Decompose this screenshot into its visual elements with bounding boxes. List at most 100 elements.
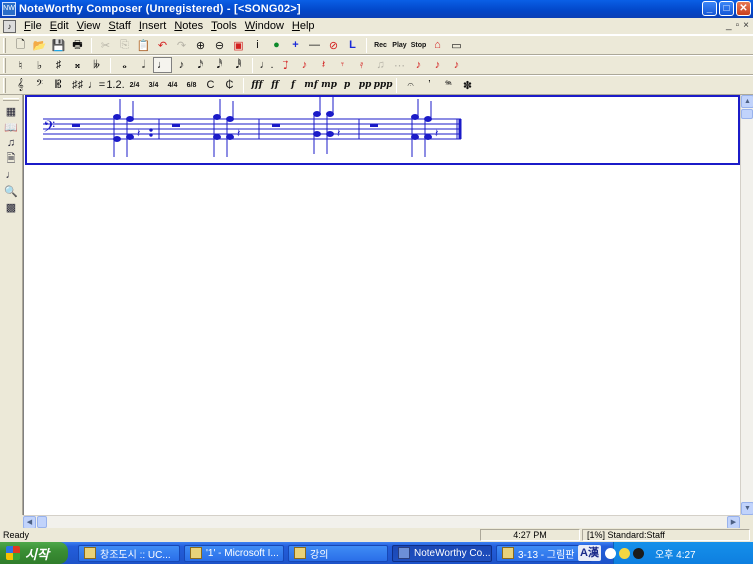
treble-clef-icon[interactable]: 𝄞 [11,77,30,93]
eighth-note-icon[interactable]: ♪ [172,57,191,73]
ime-indicator[interactable]: A漢 [578,545,601,561]
print-icon[interactable]: 🖶 [68,37,87,53]
zoom-out-icon[interactable]: ⊖ [210,37,229,53]
dynamic-pp-button[interactable]: pp [356,77,374,93]
menu-view[interactable]: View [73,20,105,32]
new-icon[interactable]: 🗋 [11,37,30,53]
fermata-icon[interactable]: 𝄐 [401,77,420,93]
vertical-scroll-thumb[interactable] [741,109,753,119]
pedal-icon[interactable]: 𝆮 [439,77,458,93]
staff-icon[interactable]: ▦ [2,103,20,119]
key-signature-icon[interactable]: ♯♯ [68,77,87,93]
meter-6-8-icon[interactable]: 6/8 [182,77,201,93]
stem-down-icon[interactable]: ♪ [447,57,466,73]
score-editor[interactable]: 𝄢 𝄽 𝄽 𝄽 𝄽 [23,95,740,515]
triplet-icon[interactable]: ⋯ [390,57,409,73]
taskbar-item-folder[interactable]: 강의 [288,544,388,562]
toolbar-grip[interactable] [3,77,6,93]
menu-help[interactable]: Help [288,20,319,32]
close-button[interactable]: ✕ [736,1,751,16]
undo-icon[interactable]: ↶ [153,37,172,53]
document-icon[interactable]: ♪ [3,19,16,33]
start-button[interactable]: 시작 [0,542,68,564]
pen-icon[interactable] [618,547,630,559]
paste-icon[interactable]: 📋 [134,37,153,53]
quarter-note-icon[interactable]: ♩ [153,57,172,73]
dotted-icon[interactable]: ♩. [257,57,276,73]
dynamic-f-button[interactable]: f [284,77,302,93]
accent-icon[interactable]: 𝄾 [333,57,352,73]
meter-2-4-icon[interactable]: 2/4 [125,77,144,93]
remove-staff-icon[interactable]: — [305,37,324,53]
sixteenth-note-icon[interactable]: 𝅘𝅥𝅯 [191,57,210,73]
no-icon[interactable]: ⊘ [324,37,343,53]
taskbar-item-browser[interactable]: 창조도시 :: UC... [78,544,180,562]
beam-icon[interactable]: ♫ [371,57,390,73]
record-icon[interactable]: Rec [371,37,390,53]
alto-clef-icon[interactable]: 𝄡 [49,77,68,93]
breath-mark-icon[interactable]: ʼ [420,77,439,93]
natural-icon[interactable]: ♮ [11,57,30,73]
toolbar-grip[interactable] [3,57,6,73]
cut-time-icon[interactable]: ₵ [220,77,239,93]
copy-icon[interactable]: ⎘ [115,37,134,53]
horizontal-scroll-thumb[interactable] [37,516,47,528]
cut-icon[interactable]: ✂ [96,37,115,53]
page-icon[interactable]: 🗎 [2,151,20,167]
sixty-fourth-note-icon[interactable]: 𝅘𝅥𝅱 [229,57,248,73]
dynamic-mf-button[interactable]: mf [302,77,320,93]
mdi-minimize-button[interactable]: _ [726,20,732,31]
grace-note-icon[interactable]: ♪ [409,57,428,73]
add-staff-icon[interactable]: + [286,37,305,53]
dynamic-p-button[interactable]: p [338,77,356,93]
menu-tools[interactable]: Tools [207,20,241,32]
sharp-icon[interactable]: ♯ [49,57,68,73]
menu-insert[interactable]: Insert [135,20,171,32]
common-time-icon[interactable]: C [201,77,220,93]
dynamic-ppp-button[interactable]: ppp [374,77,393,93]
whole-note-icon[interactable]: 𝅝 [115,57,134,73]
menu-file[interactable]: File [20,20,46,32]
stop-icon[interactable]: Stop [409,37,428,53]
network-icon[interactable] [604,547,616,559]
scroll-up-icon[interactable]: ▲ [741,95,753,108]
maximize-button[interactable]: □ [719,1,734,16]
stem-up-icon[interactable]: ♪ [428,57,447,73]
menu-staff[interactable]: Staff [104,20,134,32]
staccato-icon[interactable]: 𝄽 [314,57,333,73]
speaker-icon[interactable] [632,547,644,559]
menu-edit[interactable]: Edit [46,20,73,32]
pedal-release-icon[interactable]: ✽ [458,77,477,93]
mdi-restore-button[interactable]: ▫ [736,20,740,31]
staff-frame[interactable]: 𝄢 𝄽 𝄽 𝄽 𝄽 [25,95,740,165]
bass-clef-icon[interactable]: 𝄢 [30,77,49,93]
info-icon[interactable]: i [248,37,267,53]
lyrics-icon[interactable]: L [343,37,362,53]
mdi-close-button[interactable]: × [743,20,749,31]
taskbar-item-word[interactable]: '1' - Microsoft I... [184,544,284,562]
dynamic-mp-button[interactable]: mp [320,77,338,93]
dynamic-ff-button[interactable]: ff [266,77,284,93]
book-icon[interactable]: 📖 [2,119,20,135]
grid-icon[interactable]: ▩ [2,199,20,215]
play-icon[interactable]: Play [390,37,409,53]
metronome-icon[interactable]: ⌂ [428,37,447,53]
staff-props-icon[interactable]: ▣ [229,37,248,53]
tenuto-icon[interactable]: 𝄿 [352,57,371,73]
menu-notes[interactable]: Notes [170,20,207,32]
dynamic-fff-button[interactable]: fff [248,77,266,93]
vertical-scrollbar[interactable]: ▲ ▼ [740,95,753,515]
magnify-icon[interactable]: 🔍 [2,183,20,199]
toolbar-grip[interactable] [3,37,6,53]
meter-4-4-icon[interactable]: 4/4 [163,77,182,93]
minimize-button[interactable]: _ [702,1,717,16]
thirty-second-note-icon[interactable]: 𝅘𝅥𝅰 [210,57,229,73]
double-flat-icon[interactable]: 𝄫 [87,57,106,73]
taskbar-item-noteworthy[interactable]: NoteWorthy Co... [392,544,492,562]
half-note-icon[interactable]: 𝅗𝅥 [134,57,153,73]
globe-icon[interactable]: ● [267,37,286,53]
tie-icon[interactable]: ♩⃗ [276,57,295,73]
note-entry-icon[interactable]: ♩ [2,167,20,183]
meter-3-4-icon[interactable]: 3/4 [144,77,163,93]
menu-window[interactable]: Window [241,20,288,32]
